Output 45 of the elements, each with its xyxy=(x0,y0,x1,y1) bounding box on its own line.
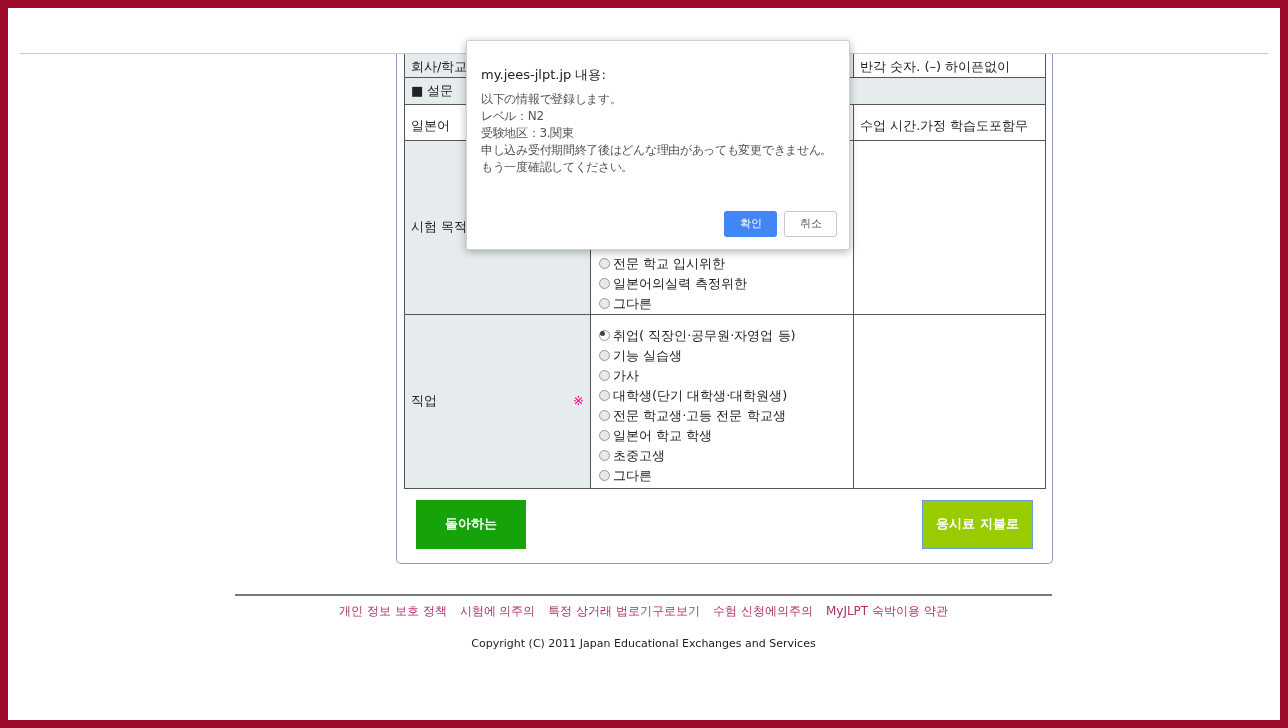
field-label: 회사/학교 xyxy=(411,59,468,74)
option-label: 그다른 xyxy=(613,294,652,313)
option-label: 일본어의실력 측정위한 xyxy=(613,274,748,293)
radio-button[interactable] xyxy=(599,330,610,341)
radio-button[interactable] xyxy=(599,350,610,361)
copyright: Copyright (C) 2011 Japan Educational Exchanges and Services xyxy=(471,635,816,652)
field-label: 시험 목적 xyxy=(411,219,468,235)
back-button[interactable]: 돌아하는 xyxy=(416,499,526,549)
column-heading: 일본어 xyxy=(411,118,450,133)
required-mark: ※ xyxy=(573,392,584,411)
radio-button[interactable] xyxy=(599,370,610,381)
radio-button[interactable] xyxy=(599,258,610,269)
option-label: 일본어 학교 학생 xyxy=(613,426,713,445)
dialog-message-line: 申し込み受付期間終了後はどんな理由があっても変更できません。 xyxy=(481,141,833,159)
radio-button[interactable] xyxy=(599,450,610,461)
footer-link[interactable]: 개인 정보 보호 정책 xyxy=(339,601,447,620)
section-heading: ■ 설문 xyxy=(411,82,454,98)
radio-button[interactable] xyxy=(599,470,610,481)
radio-button[interactable] xyxy=(599,410,610,421)
option-label: 전문 학교 입시위한 xyxy=(613,254,726,273)
dialog-message-line: レベル：N2 xyxy=(481,107,545,125)
footer-link[interactable]: MyJLPT 숙박이용 약관 xyxy=(825,601,948,620)
footer-link[interactable]: 특정 상거래 법로기구로보기 xyxy=(548,601,701,620)
radio-button[interactable] xyxy=(599,278,610,289)
dialog-message-line: もう一度確認してください。 xyxy=(481,158,635,176)
ok-button[interactable]: 확인 xyxy=(724,211,777,237)
radio-button[interactable] xyxy=(599,390,610,401)
dialog-message-line: 受験地区：3.関東 xyxy=(481,124,575,142)
column-heading: 수업 시간.가정 학습도포함무 xyxy=(860,118,1029,133)
option-label: 그다른 xyxy=(613,466,652,485)
option-label: 대학생(단기 대학생·대학원생) xyxy=(613,386,788,405)
dialog-message-line: 以下の情報で登録します。 xyxy=(481,90,623,108)
option-label: 가사 xyxy=(613,366,639,385)
field-label: 직업 xyxy=(411,392,437,411)
footer-link[interactable]: 수험 신청에의주의 xyxy=(713,601,813,620)
option-label: 전문 학교생·고등 전문 학교생 xyxy=(613,406,786,425)
option-label: 초중고생 xyxy=(613,446,665,465)
input-hint: 반각 숫자. (–) 하이픈없이 xyxy=(860,59,1011,74)
footer-link[interactable]: 시험에 의주의 xyxy=(459,601,536,620)
option-label: 취업( 직장인·공무원·자영업 등) xyxy=(613,326,796,345)
option-label: 기능 실습생 xyxy=(613,346,683,365)
dialog-title: my.jees-jlpt.jp 내용: xyxy=(481,66,607,84)
cancel-button[interactable]: 취소 xyxy=(784,211,837,237)
radio-button[interactable] xyxy=(599,298,610,309)
radio-button[interactable] xyxy=(599,430,610,441)
